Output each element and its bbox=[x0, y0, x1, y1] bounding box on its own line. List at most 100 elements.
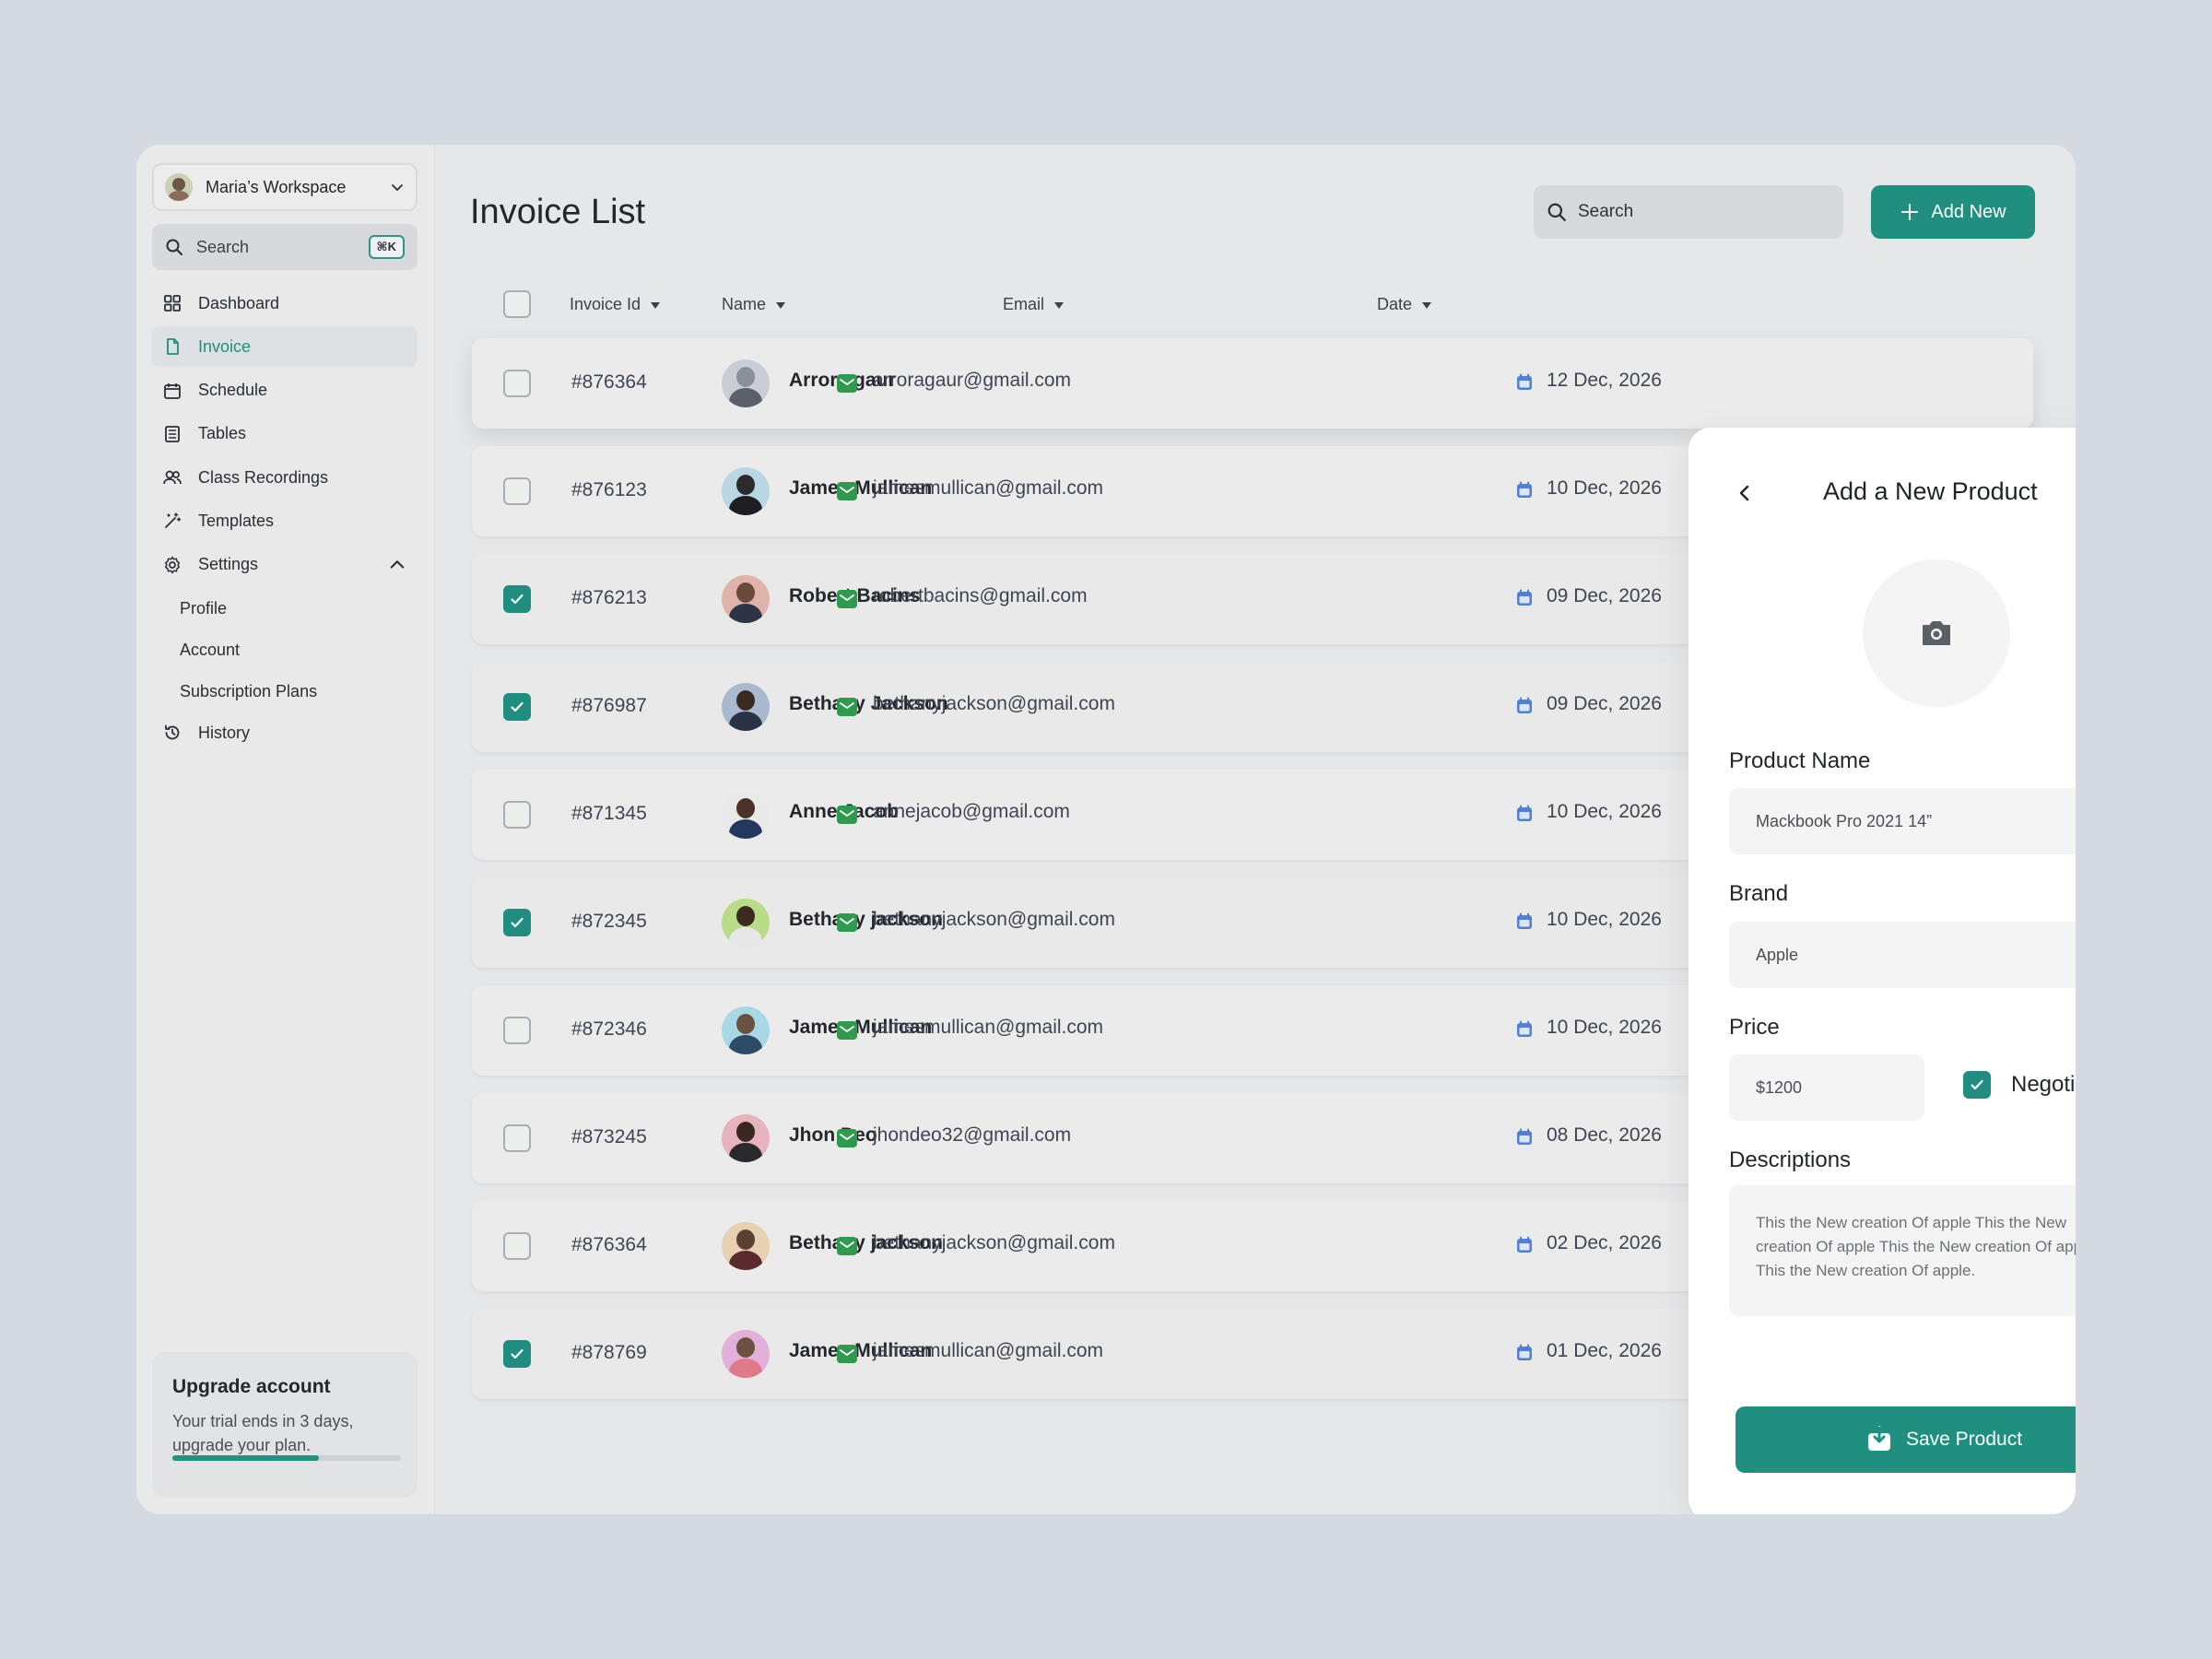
row-checkbox[interactable] bbox=[503, 801, 531, 829]
column-label: Name bbox=[722, 295, 767, 313]
product-name-label: Product Name bbox=[1729, 748, 1871, 773]
invoice-date: 10 Dec, 2026 bbox=[1547, 801, 1662, 822]
row-checkbox[interactable] bbox=[503, 370, 531, 397]
chevron-up-icon[interactable] bbox=[388, 556, 406, 574]
sidebar-item-templates[interactable]: Templates bbox=[152, 500, 418, 541]
avatar bbox=[722, 467, 770, 515]
customer-email[interactable]: jamesmullican@gmail.com bbox=[873, 1340, 1103, 1362]
avatar bbox=[722, 683, 770, 731]
price-field[interactable]: $1200 bbox=[1729, 1054, 1924, 1121]
app-window: Maria’s Workspace Search ⌘K Dashboard In… bbox=[136, 145, 2076, 1514]
product-photo-upload[interactable] bbox=[1863, 559, 2010, 707]
invoice-id: #872346 bbox=[571, 1018, 647, 1040]
check-icon bbox=[1971, 1079, 1983, 1090]
customer-email[interactable]: jamesmullican@gmail.com bbox=[873, 1017, 1103, 1039]
back-arrow-icon[interactable] bbox=[1735, 483, 1755, 503]
product-name-field[interactable]: Mackbook Pro 2021 14” bbox=[1729, 788, 2076, 854]
brand-label: Brand bbox=[1729, 881, 1789, 906]
customer-email[interactable]: annejacob@gmail.com bbox=[873, 801, 1070, 823]
calendar-icon bbox=[164, 382, 181, 399]
sidebar-subitem-profile[interactable]: Profile bbox=[152, 588, 418, 629]
column-label: Invoice Id bbox=[570, 295, 641, 313]
plus-icon bbox=[1901, 204, 1919, 220]
invoice-date: 10 Dec, 2026 bbox=[1547, 909, 1662, 930]
sidebar-item-class-recordings[interactable]: Class Recordings bbox=[152, 457, 418, 498]
avatar bbox=[722, 1222, 770, 1270]
add-new-button[interactable]: Add New bbox=[1871, 185, 2035, 239]
download-box-icon bbox=[1867, 1426, 1890, 1451]
customer-email[interactable]: jhondeo32@gmail.com bbox=[873, 1124, 1071, 1147]
check-icon bbox=[511, 701, 524, 712]
sidebar-item-schedule[interactable]: Schedule bbox=[152, 371, 418, 411]
save-product-button[interactable]: Save Product bbox=[1735, 1406, 2076, 1473]
sort-caret-icon bbox=[1054, 302, 1065, 309]
customer-email[interactable]: robertbacins@gmail.com bbox=[873, 585, 1088, 607]
descriptions-textarea[interactable]: This the New creation Of apple This the … bbox=[1729, 1185, 2076, 1316]
column-header-name[interactable]: Name bbox=[722, 295, 786, 314]
sidebar-item-label: Invoice bbox=[198, 336, 252, 356]
avatar bbox=[722, 791, 770, 839]
invoice-date: 12 Dec, 2026 bbox=[1547, 370, 1662, 391]
sidebar-subitem-account[interactable]: Account bbox=[152, 629, 418, 671]
mail-icon bbox=[837, 1021, 857, 1040]
sidebar-item-history[interactable]: History bbox=[152, 712, 418, 753]
calendar-icon bbox=[1517, 1128, 1532, 1145]
customer-email[interactable]: jamesmullican@gmail.com bbox=[873, 477, 1103, 500]
mail-icon bbox=[837, 590, 857, 608]
invoice-date: 09 Dec, 2026 bbox=[1547, 693, 1662, 714]
row-checkbox[interactable] bbox=[503, 1124, 531, 1152]
negotiable-checkbox[interactable] bbox=[1963, 1071, 1991, 1099]
sort-caret-icon bbox=[651, 302, 661, 309]
calendar-icon bbox=[1517, 1236, 1532, 1253]
calendar-icon bbox=[1517, 1344, 1532, 1360]
sidebar-item-tables[interactable]: Tables bbox=[152, 414, 418, 454]
customer-email[interactable]: arroragaur@gmail.com bbox=[873, 370, 1071, 392]
trial-progress-fill bbox=[172, 1455, 319, 1461]
workspace-name: Maria’s Workspace bbox=[206, 177, 347, 196]
sort-caret-icon bbox=[776, 302, 786, 309]
upgrade-card[interactable]: Upgrade account Your trial ends in 3 day… bbox=[152, 1352, 418, 1498]
negotiable-option[interactable]: Negotiable bbox=[1963, 1071, 2076, 1099]
customer-email[interactable]: bethanyjackson@gmail.com bbox=[873, 909, 1115, 931]
column-label: Date bbox=[1377, 295, 1413, 313]
row-checkbox[interactable] bbox=[503, 477, 531, 505]
row-checkbox[interactable] bbox=[503, 1340, 531, 1368]
sidebar-item-label: Settings bbox=[198, 555, 259, 574]
sidebar-subitem-subscription-plans[interactable]: Subscription Plans bbox=[152, 671, 418, 712]
avatar bbox=[722, 1006, 770, 1054]
invoice-date: 01 Dec, 2026 bbox=[1547, 1340, 1662, 1361]
brand-select[interactable]: Apple bbox=[1729, 922, 2076, 988]
table-row[interactable]: #876364 Arrora gaur arroragaur@gmail.com… bbox=[472, 338, 2033, 429]
invoice-date: 02 Dec, 2026 bbox=[1547, 1232, 1662, 1253]
row-checkbox[interactable] bbox=[503, 585, 531, 613]
avatar bbox=[722, 1114, 770, 1162]
sidebar-item-label: Templates bbox=[198, 511, 275, 530]
history-icon bbox=[165, 724, 180, 740]
sidebar-search-placeholder: Search bbox=[196, 237, 250, 256]
invoice-id: #876123 bbox=[571, 479, 647, 500]
column-header-date[interactable]: Date bbox=[1377, 295, 1432, 314]
sidebar-item-invoice[interactable]: Invoice bbox=[152, 326, 418, 368]
row-checkbox[interactable] bbox=[503, 1232, 531, 1260]
row-checkbox[interactable] bbox=[503, 693, 531, 721]
calendar-icon bbox=[1517, 481, 1532, 498]
mail-icon bbox=[837, 374, 857, 393]
page-title: Invoice List bbox=[470, 193, 646, 231]
row-checkbox[interactable] bbox=[503, 1017, 531, 1044]
select-all-checkbox[interactable] bbox=[503, 290, 531, 318]
calendar-icon bbox=[1517, 697, 1532, 713]
price-value: $1200 bbox=[1756, 1077, 1803, 1097]
sidebar-item-settings[interactable]: Settings bbox=[152, 545, 418, 585]
workspace-switcher[interactable]: Maria’s Workspace bbox=[152, 163, 418, 211]
sidebar-search[interactable]: Search ⌘K bbox=[152, 224, 418, 270]
sidebar-item-dashboard[interactable]: Dashboard bbox=[152, 283, 418, 324]
customer-email[interactable]: bethanyjackson@gmail.com bbox=[873, 1232, 1115, 1254]
column-header-email[interactable]: Email bbox=[1003, 295, 1065, 314]
customer-email[interactable]: bethanyjackson@gmail.com bbox=[873, 693, 1115, 715]
column-header-invoice-id[interactable]: Invoice Id bbox=[570, 295, 661, 314]
column-label: Email bbox=[1003, 295, 1045, 313]
search-input[interactable]: Search bbox=[1534, 185, 1843, 239]
sidebar-item-label: History bbox=[198, 723, 251, 742]
row-checkbox[interactable] bbox=[503, 909, 531, 936]
grid-icon bbox=[164, 295, 181, 312]
